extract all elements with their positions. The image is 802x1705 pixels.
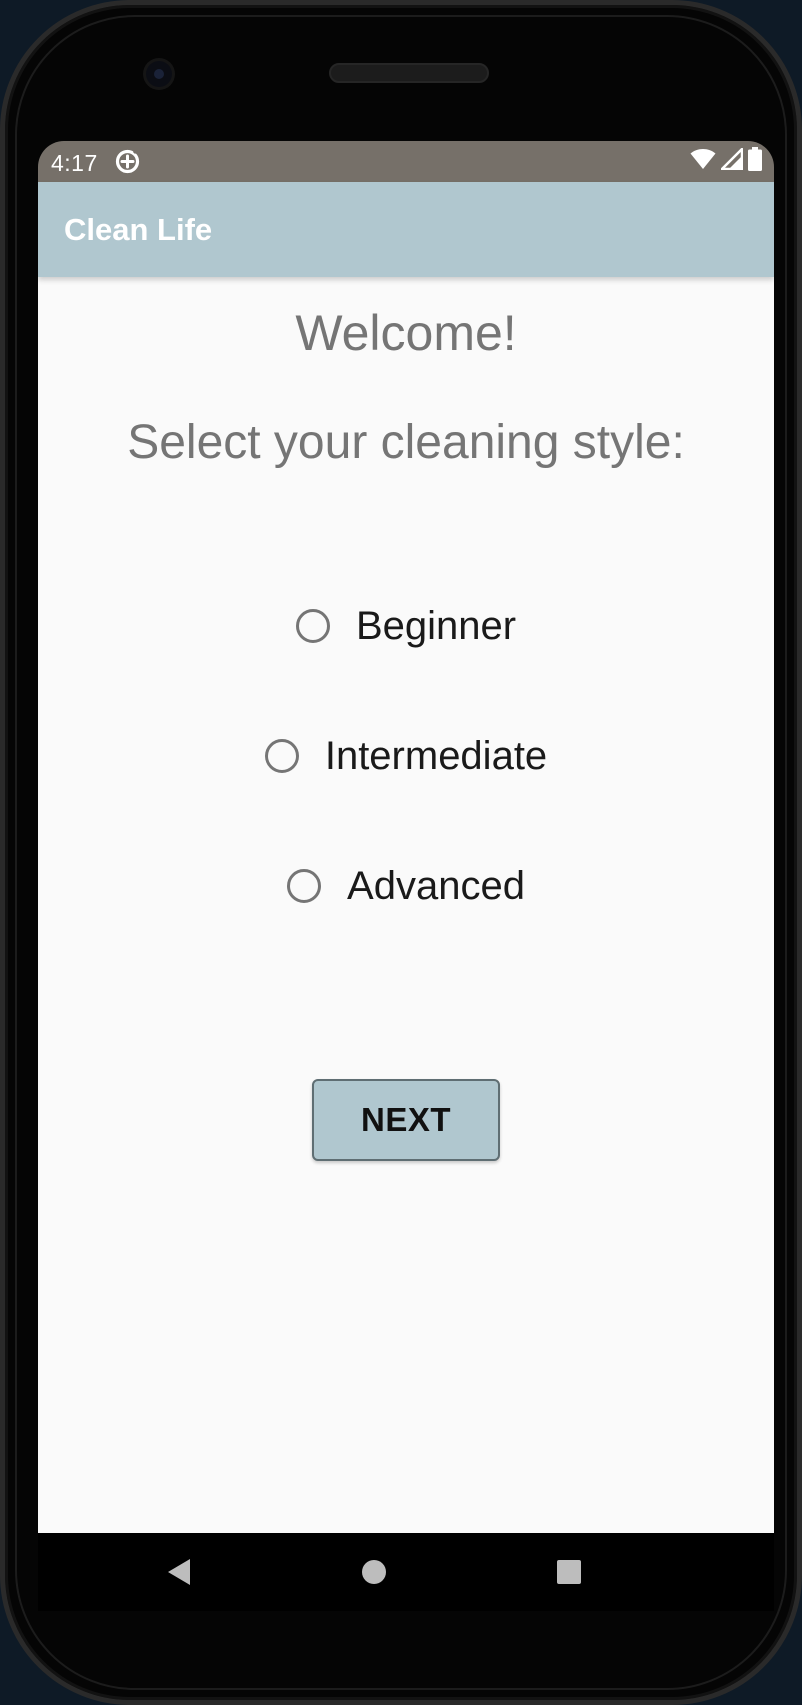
status-bar: 4:17 — [38, 141, 774, 182]
home-icon[interactable] — [349, 1547, 399, 1597]
recents-icon[interactable] — [544, 1547, 594, 1597]
front-camera — [146, 61, 172, 87]
cleaning-style-radio-group: Beginner Intermediate Advanced — [38, 561, 774, 951]
screen: 4:17 Clean Life Welcome! Select your cle… — [38, 141, 774, 1611]
wifi-icon — [690, 148, 716, 176]
app-bar: Clean Life — [38, 182, 774, 277]
radio-option-beginner[interactable]: Beginner — [38, 561, 774, 691]
main-content: Welcome! Select your cleaning style: Beg… — [38, 277, 774, 1533]
radio-button-icon[interactable] — [264, 739, 299, 773]
radio-label: Advanced — [347, 863, 525, 908]
radio-option-advanced[interactable]: Advanced — [38, 821, 774, 951]
radio-button-icon[interactable] — [287, 869, 322, 903]
cell-signal-icon — [720, 147, 744, 176]
data-saver-icon — [114, 148, 141, 175]
radio-option-intermediate[interactable]: Intermediate — [38, 691, 774, 821]
next-button[interactable]: NEXT — [312, 1079, 500, 1161]
back-icon[interactable] — [154, 1547, 204, 1597]
phone-frame: 4:17 Clean Life Welcome! Select your cle… — [0, 0, 802, 1705]
style-prompt: Select your cleaning style: — [127, 416, 685, 469]
radio-button-icon[interactable] — [295, 609, 330, 643]
radio-label: Beginner — [355, 603, 517, 648]
navigation-bar — [38, 1533, 774, 1611]
radio-label: Intermediate — [324, 733, 548, 778]
status-time: 4:17 — [51, 150, 98, 176]
app-title: Clean Life — [64, 212, 213, 247]
status-icons — [690, 147, 762, 177]
earpiece-speaker — [329, 63, 489, 83]
welcome-heading: Welcome! — [295, 305, 517, 361]
battery-icon — [748, 147, 762, 177]
